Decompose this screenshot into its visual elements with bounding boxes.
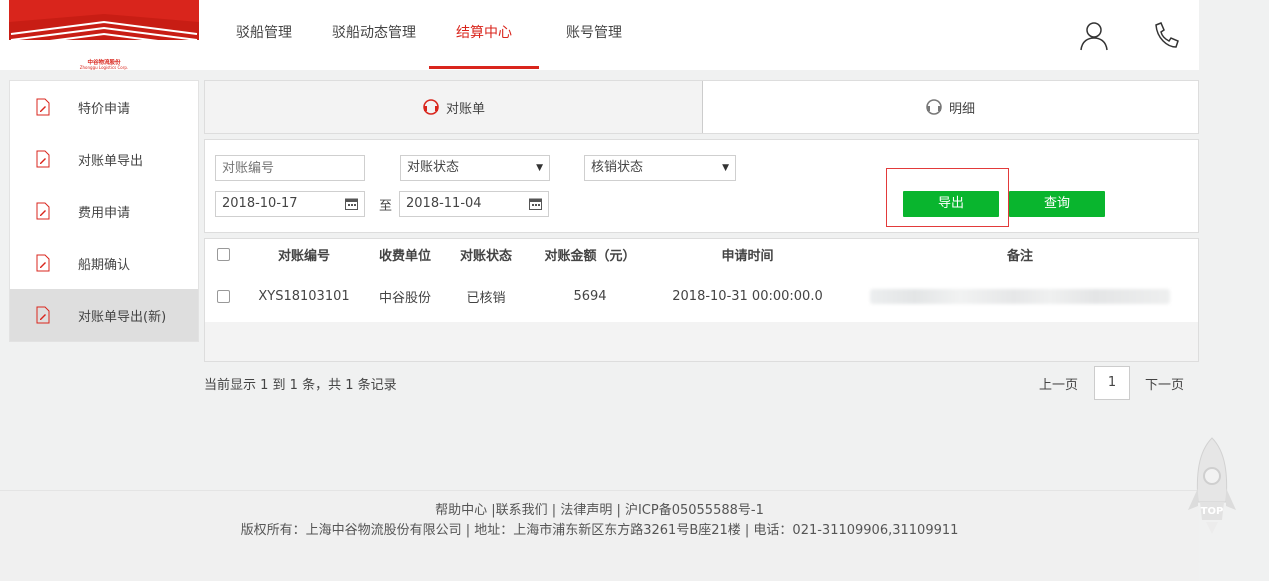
nav-account-management[interactable]: 账号管理 (554, 0, 634, 66)
bill-status-value: 对账状态 (407, 160, 460, 175)
top-label: TOP (1201, 506, 1224, 517)
tab-statement[interactable]: 对账单 (205, 81, 703, 133)
writeoff-status-select[interactable]: 核销状态 ▼ (584, 155, 736, 181)
sidebar-item-schedule-confirm[interactable]: 船期确认 (10, 237, 198, 289)
tab-details[interactable]: 明细 (702, 81, 1198, 133)
current-page[interactable]: 1 (1094, 366, 1130, 400)
cell-payee: 中谷股份 (378, 290, 431, 306)
table-row[interactable]: XYS18103101 中谷股份 已核销 5694 2018-10-31 00:… (205, 270, 1198, 322)
col-remark: 备注 (1006, 249, 1033, 264)
edit-doc-icon (36, 202, 50, 220)
sidebar-item-statement-export-new[interactable]: 对账单导出(新) (10, 289, 198, 341)
sidebar-item-fee-application[interactable]: 费用申请 (10, 185, 198, 237)
cell-apply-time: 2018-10-31 00:00:00.0 (672, 288, 823, 304)
cell-bill-no: XYS18103101 (258, 288, 350, 304)
tab-bar: 对账单 明细 (204, 80, 1199, 134)
query-button[interactable]: 查询 (1009, 191, 1105, 217)
cell-status: 已核销 (466, 290, 506, 306)
sidebar-item-label: 对账单导出 (78, 153, 144, 169)
edit-doc-icon (36, 306, 50, 324)
caret-down-icon: ▼ (536, 163, 543, 173)
writeoff-status-value: 核销状态 (591, 160, 644, 175)
date-to-input[interactable]: 2018-11-04 (399, 191, 549, 217)
caret-down-icon: ▼ (722, 163, 729, 173)
col-status: 对账状态 (459, 249, 512, 264)
next-page-link[interactable]: 下一页 (1145, 374, 1184, 393)
edit-doc-icon (36, 98, 50, 116)
tab-label: 对账单 (445, 101, 485, 117)
footer-links[interactable]: 帮助中心 |联系我们 | 法律声明 | 沪ICP备05055588号-1 (0, 499, 1199, 518)
col-apply-time: 申请时间 (721, 249, 774, 264)
nav-settlement-center[interactable]: 结算中心 (429, 0, 539, 69)
date-range-separator: 至 (379, 199, 393, 214)
sidebar-item-special-price[interactable]: 特价申请 (10, 81, 198, 133)
logo-brand-en: Zhonggu Logistics Corp. (80, 65, 128, 70)
calendar-icon[interactable] (529, 197, 542, 210)
edit-doc-icon (36, 150, 50, 168)
sidebar-item-label: 对账单导出(新) (78, 309, 167, 325)
table-header: 对账编号 收费单位 对账状态 对账金额（元） 申请时间 备注 (205, 239, 1198, 271)
export-button[interactable]: 导出 (903, 191, 999, 217)
headset-icon (423, 99, 439, 115)
filter-panel: 对账状态 ▼ 核销状态 ▼ 2018-10-17 至 2018-11-04 导出… (204, 139, 1199, 233)
sidebar: 特价申请 对账单导出 费用申请 船期确认 对账单导出(新) (9, 80, 199, 342)
sidebar-item-label: 船期确认 (78, 257, 131, 273)
bill-status-select[interactable]: 对账状态 ▼ (400, 155, 550, 181)
statement-table: 对账编号 收费单位 对账状态 对账金额（元） 申请时间 备注 XYS181031… (204, 238, 1199, 362)
sidebar-item-statement-export[interactable]: 对账单导出 (10, 133, 198, 185)
sidebar-item-label: 费用申请 (78, 205, 131, 221)
footer-copyright: 版权所有：上海中谷物流股份有限公司 | 地址：上海市浦东新区东方路3261号B座… (240, 523, 959, 538)
phone-icon[interactable] (1151, 20, 1181, 52)
cell-amount: 5694 (573, 288, 607, 304)
back-to-top-rocket-icon[interactable]: TOP (1186, 436, 1238, 536)
sidebar-item-label: 特价申请 (78, 101, 131, 117)
tab-label: 明细 (948, 101, 975, 117)
footer: 帮助中心 |联系我们 | 法律声明 | 沪ICP备05055588号-1 版权所… (0, 490, 1199, 581)
date-from-value: 2018-10-17 (222, 196, 298, 211)
nav-barge-dynamics[interactable]: 驳船动态管理 (324, 0, 424, 66)
prev-page-link[interactable]: 上一页 (1039, 374, 1078, 393)
pagination-summary: 当前显示 1 到 1 条，共 1 条记录 (204, 378, 397, 393)
nav-barge-management[interactable]: 驳船管理 (224, 0, 304, 66)
col-payee: 收费单位 (378, 249, 431, 264)
col-bill-no: 对账编号 (277, 249, 330, 264)
headset-icon (926, 99, 942, 115)
edit-doc-icon (36, 254, 50, 272)
user-icon[interactable] (1079, 20, 1109, 52)
date-to-value: 2018-11-04 (406, 196, 482, 211)
col-amount: 对账金额（元） (544, 249, 636, 264)
calendar-icon[interactable] (345, 197, 358, 210)
cell-remark-redacted (870, 270, 1170, 322)
date-from-input[interactable]: 2018-10-17 (215, 191, 365, 217)
bill-no-input[interactable] (215, 155, 365, 181)
select-all-checkbox[interactable] (210, 239, 236, 270)
row-checkbox[interactable] (210, 270, 236, 322)
company-logo[interactable]: 中谷物流股份 Zhonggu Logistics Corp. (9, 0, 199, 70)
